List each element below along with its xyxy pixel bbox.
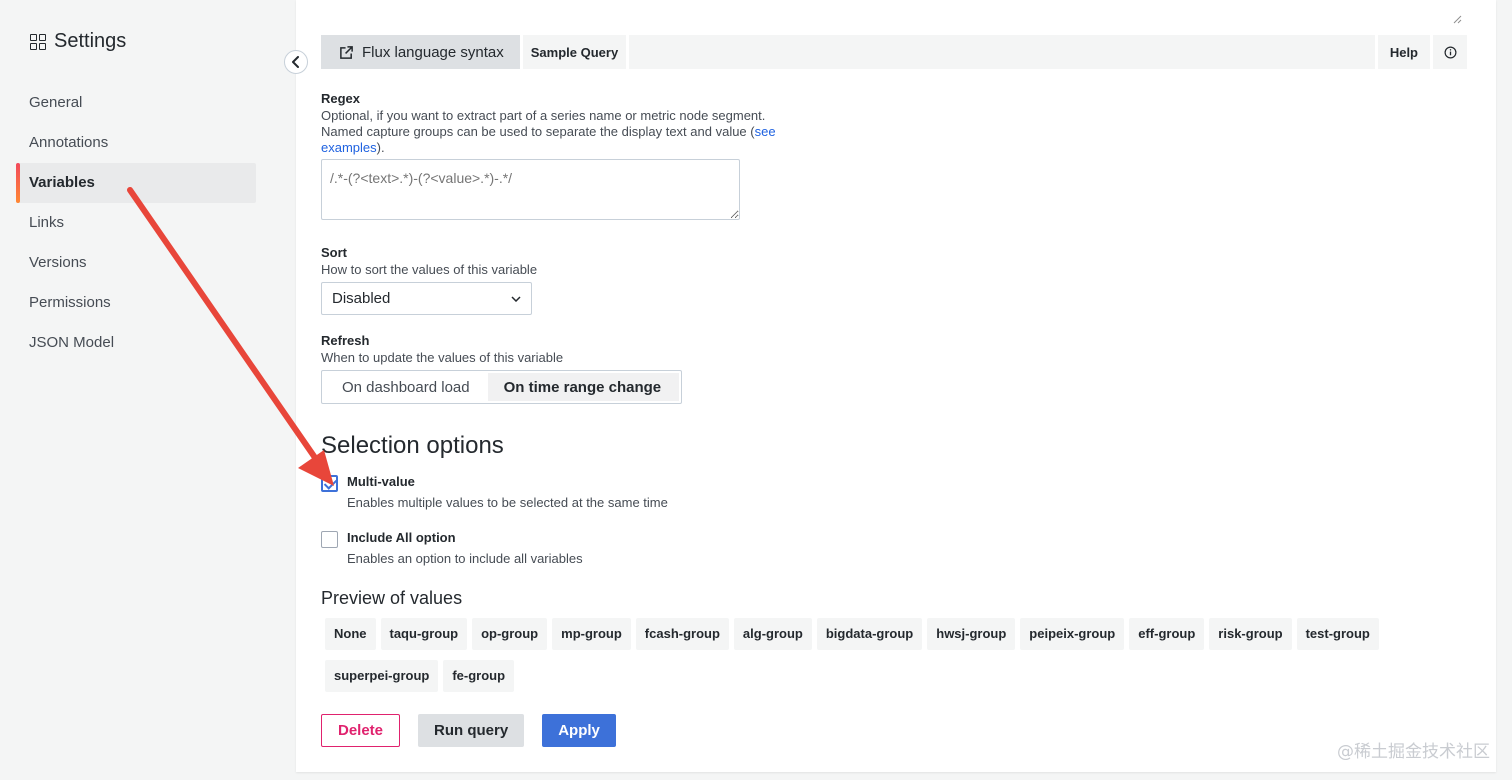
flux-syntax-label: Flux language syntax [362, 43, 504, 61]
action-buttons: Delete Run query Apply [321, 714, 616, 747]
regex-description: Optional, if you want to extract part of… [321, 108, 781, 156]
regex-label: Regex [321, 91, 361, 106]
include-all-label: Include All option [347, 530, 456, 545]
sort-select[interactable]: Disabled [321, 282, 532, 315]
preview-value-chip: test-group [1296, 618, 1379, 650]
regex-desc-suffix: ). [376, 140, 385, 155]
settings-nav: General Annotations Variables Links Vers… [16, 83, 256, 363]
sidebar-item-variables[interactable]: Variables [16, 163, 256, 203]
include-all-row: Include All option Enables an option to … [321, 530, 583, 566]
preview-value-chip: fcash-group [635, 618, 729, 650]
preview-value-chip: fe-group [443, 660, 515, 692]
sidebar-item-general[interactable]: General [16, 83, 256, 123]
info-icon [1444, 46, 1456, 58]
sidebar-item-permissions[interactable]: Permissions [16, 283, 256, 323]
multi-value-row: Multi-value Enables multiple values to b… [321, 474, 668, 510]
selection-options-heading: Selection options [321, 432, 504, 459]
chevron-left-icon [292, 56, 299, 68]
info-button[interactable] [1433, 35, 1467, 69]
multi-value-description: Enables multiple values to be selected a… [347, 495, 668, 510]
delete-button[interactable]: Delete [321, 714, 401, 747]
refresh-option-dashboard-load[interactable]: On dashboard load [324, 373, 488, 401]
refresh-label: Refresh [321, 333, 370, 348]
collapse-sidebar-button[interactable] [284, 50, 308, 74]
sidebar-item-versions[interactable]: Versions [16, 243, 256, 283]
sidebar-item-json-model[interactable]: JSON Model [16, 323, 256, 363]
preview-value-chip: None [325, 618, 376, 650]
preview-value-chip: superpei-group [325, 660, 439, 692]
toolbar-spacer [629, 35, 1375, 69]
preview-values-list: None taqu-group op-group mp-group fcash-… [325, 618, 1470, 692]
external-link-icon [340, 45, 353, 59]
resize-grip-icon[interactable] [1452, 14, 1462, 24]
sort-selected-value: Disabled [332, 290, 391, 307]
refresh-option-time-range-change[interactable]: On time range change [487, 373, 680, 401]
run-query-button[interactable]: Run query [418, 714, 525, 747]
query-toolbar: Flux language syntax Sample Query Help [321, 35, 1467, 69]
refresh-description: When to update the values of this variab… [321, 350, 564, 365]
apps-grid-icon [30, 33, 46, 50]
preview-value-chip: bigdata-group [816, 618, 923, 650]
regex-desc-line2: Named capture groups can be used to sepa… [321, 124, 755, 139]
preview-value-chip: peipeix-group [1020, 618, 1125, 650]
sort-label: Sort [321, 245, 347, 260]
help-button[interactable]: Help [1377, 35, 1430, 69]
preview-value-chip: alg-group [733, 618, 812, 650]
sidebar-title: Settings [30, 30, 126, 53]
multi-value-checkbox[interactable] [321, 475, 338, 492]
preview-value-chip: eff-group [1129, 618, 1205, 650]
see-examples-link-part2[interactable]: examples [321, 140, 377, 155]
sort-description: How to sort the values of this variable [321, 262, 538, 277]
regex-desc-line1: Optional, if you want to extract part of… [321, 108, 766, 123]
flux-syntax-button[interactable]: Flux language syntax [321, 35, 520, 69]
regex-input[interactable] [321, 159, 740, 220]
include-all-description: Enables an option to include all variabl… [347, 551, 583, 566]
preview-value-chip: op-group [472, 618, 548, 650]
see-examples-link-part1[interactable]: see [755, 124, 776, 139]
sidebar-item-annotations[interactable]: Annotations [16, 123, 256, 163]
sidebar-item-links[interactable]: Links [16, 203, 256, 243]
preview-heading: Preview of values [321, 588, 463, 608]
variable-editor-panel: Flux language syntax Sample Query Help R… [296, 0, 1496, 772]
include-all-checkbox[interactable] [321, 531, 338, 548]
sample-query-button[interactable]: Sample Query [522, 35, 627, 69]
multi-value-label: Multi-value [347, 474, 415, 489]
sidebar: Settings General Annotations Variables L… [0, 0, 296, 780]
settings-title: Settings [54, 30, 127, 52]
apply-button[interactable]: Apply [542, 714, 616, 747]
chevron-down-icon [511, 295, 521, 302]
preview-value-chip: mp-group [552, 618, 631, 650]
watermark: @稀土掘金技术社区 [1337, 742, 1490, 762]
preview-value-chip: taqu-group [380, 618, 468, 650]
preview-value-chip: hwsj-group [927, 618, 1016, 650]
preview-value-chip: risk-group [1209, 618, 1292, 650]
refresh-radio-group: On dashboard load On time range change [321, 370, 683, 404]
